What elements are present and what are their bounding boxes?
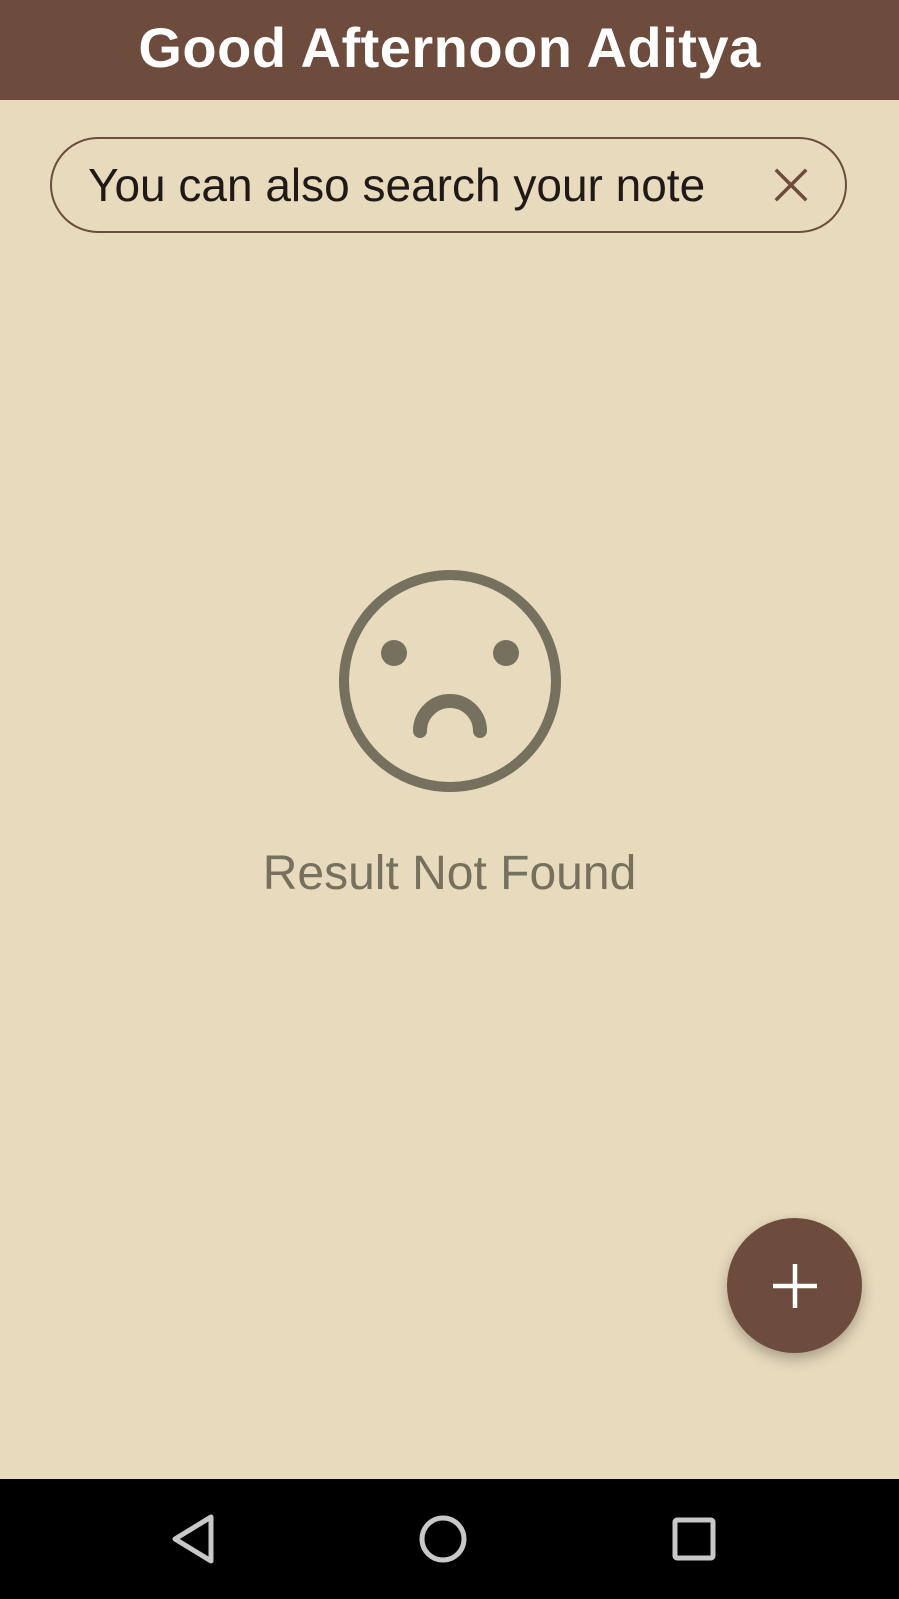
- plus-icon: [772, 1263, 817, 1308]
- search-bar: [50, 137, 847, 233]
- app-header: Good Afternoon Aditya: [0, 0, 899, 100]
- empty-state: Result Not Found: [0, 568, 899, 901]
- close-icon[interactable]: [771, 165, 811, 205]
- notes-search-screen: Good Afternoon Aditya Result Not Found: [0, 0, 899, 1599]
- back-triangle-icon: [172, 1514, 214, 1564]
- greeting-title: Good Afternoon Aditya: [138, 15, 761, 79]
- system-navigation-bar: [0, 1479, 899, 1599]
- empty-state-message: Result Not Found: [262, 847, 637, 900]
- add-note-button[interactable]: [727, 1218, 862, 1353]
- sad-face-icon: [338, 570, 561, 792]
- back-button[interactable]: [153, 1499, 233, 1579]
- recents-button[interactable]: [654, 1499, 734, 1579]
- home-circle-icon: [419, 1515, 467, 1563]
- home-button[interactable]: [403, 1499, 483, 1579]
- search-input[interactable]: [52, 138, 759, 232]
- recents-square-icon: [672, 1517, 716, 1561]
